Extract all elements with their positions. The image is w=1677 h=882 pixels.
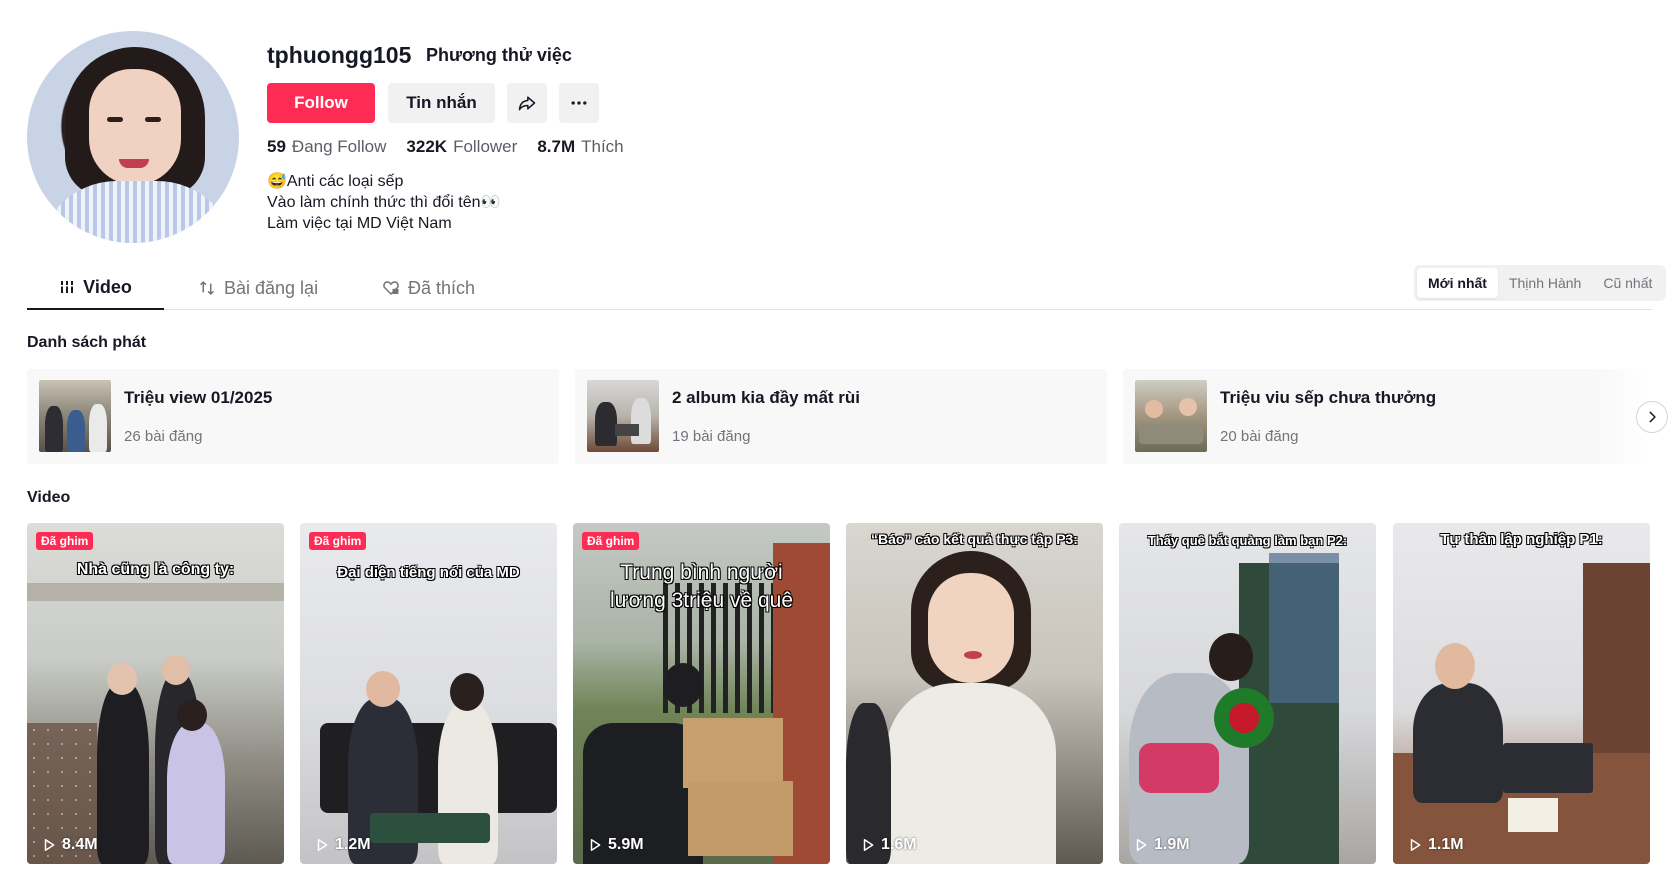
more-icon [571, 101, 587, 105]
follow-button[interactable]: Follow [267, 83, 375, 123]
sort-popular[interactable]: Thịnh Hành [1498, 268, 1592, 298]
carousel-next-button[interactable] [1636, 401, 1668, 433]
playlist-carousel: Triệu view 01/2025 26 bài đăng 2 album k… [27, 369, 1652, 464]
playlist-name: Triệu view 01/2025 [124, 388, 273, 407]
tab-reposts[interactable]: Bài đăng lại [198, 266, 318, 310]
avatar-mouth [119, 159, 149, 168]
profile-bio: 😅Anti các loại sếp Vào làm chính thức th… [267, 171, 500, 234]
playlist-count: 26 bài đăng [124, 428, 203, 445]
video-card[interactable]: Đã ghim Trung bình người lương 3triệu về… [573, 523, 830, 864]
playlist-card[interactable]: 2 album kia đầy mất rùi 19 bài đăng [575, 369, 1107, 464]
view-count-value: 8.4M [62, 836, 98, 853]
view-count-value: 1.6M [881, 836, 917, 853]
view-count: 1.9M [1134, 836, 1190, 854]
view-count-value: 5.9M [608, 836, 644, 853]
tab-label: Video [83, 276, 132, 297]
video-caption: Tự thân lập nghiệp P1: [1440, 531, 1603, 548]
playlists-heading: Danh sách phát [27, 334, 147, 351]
video-caption: Trung bình người lương 3triệu về quê [609, 561, 794, 612]
video-caption: Đại diện tiếng nói của MD [337, 564, 520, 581]
view-count: 1.1M [1408, 836, 1464, 854]
message-button[interactable]: Tin nhắn [388, 83, 495, 123]
video-thumbnail [1393, 523, 1650, 864]
view-count-value: 1.2M [335, 836, 371, 853]
profile-username: tphuongg105 [267, 42, 412, 68]
video-caption: “Báo” cáo kết quả thực tập P3: [871, 531, 1078, 547]
playlist-card[interactable]: Triệu view 01/2025 26 bài đăng [27, 369, 559, 464]
video-caption: Nhà cũng là công ty: [76, 561, 235, 578]
stat-following[interactable]: 59 Đang Follow [267, 137, 386, 157]
play-icon [590, 839, 601, 851]
sort-oldest[interactable]: Cũ nhất [1592, 268, 1663, 298]
playlist-thumbnail [1135, 380, 1207, 452]
stat-label: Đang Follow [291, 137, 387, 156]
avatar-shirt [37, 181, 237, 243]
profile-tabs: Video Bài đăng lại Đã thích [27, 266, 1652, 310]
profile-nickname: Phương thử việc [426, 45, 572, 65]
video-card[interactable]: Thấy quê bắt quàng làm bạn P2: 1.9M [1119, 523, 1376, 864]
video-card[interactable]: Tự thân lập nghiệp P1: 1.1M [1393, 523, 1650, 864]
repost-icon [200, 281, 214, 295]
tab-liked[interactable]: Đã thích [382, 266, 475, 310]
profile-avatar[interactable] [27, 31, 239, 243]
playlist-thumbnail [39, 380, 111, 452]
heart-lock-icon [383, 281, 399, 295]
pinned-badge: Đã ghim [582, 532, 640, 550]
playlist-name: 2 album kia đầy mất rùi [672, 388, 861, 407]
share-icon [518, 96, 536, 111]
stat-likes: 8.7M Thích [537, 137, 623, 157]
avatar-eye [145, 117, 161, 122]
view-count: 8.4M [42, 836, 98, 854]
profile-stats: 59 Đang Follow 322K Follower 8.7M Thích [267, 137, 624, 157]
video-card[interactable]: Đã ghim Đại diện tiếng nói của MD 1.2M [300, 523, 557, 864]
stat-value: 59 [267, 137, 286, 156]
playlist-count: 19 bài đăng [672, 428, 751, 445]
view-count: 1.2M [315, 836, 371, 854]
play-icon [1136, 839, 1147, 851]
view-count: 5.9M [588, 836, 644, 854]
view-count: 1.6M [861, 836, 917, 854]
video-thumbnail [846, 523, 1103, 864]
playlist-count: 20 bài đăng [1220, 428, 1299, 445]
playlist-name: Triệu viu sếp chưa thưởng [1220, 388, 1437, 407]
play-icon [317, 839, 328, 851]
tab-label: Đã thích [408, 277, 476, 298]
playlist-card[interactable]: Triệu viu sếp chưa thưởng 20 bài đăng [1123, 369, 1652, 464]
video-card[interactable]: Đã ghim Nhà cũng là công ty: 8.4M [27, 523, 284, 864]
play-icon [44, 839, 55, 851]
avatar-eye [107, 117, 123, 122]
stat-value: 8.7M [537, 137, 576, 156]
chevron-right-icon [1649, 411, 1656, 423]
tab-video[interactable]: Video [27, 266, 164, 310]
more-button[interactable] [559, 83, 599, 123]
sort-toggle: Mới nhất Thịnh Hành Cũ nhất [1414, 265, 1667, 301]
grid-bars-icon [60, 281, 75, 293]
video-thumbnail [1119, 523, 1376, 864]
share-button[interactable] [507, 83, 547, 123]
video-card[interactable]: “Báo” cáo kết quả thực tập P3: 1.6M [846, 523, 1103, 864]
view-count-value: 1.9M [1154, 836, 1190, 853]
tab-label: Bài đăng lại [224, 277, 319, 298]
stat-value: 322K [406, 137, 448, 156]
stat-label: Follower [453, 137, 518, 156]
bio-line: Làm việc tại MD Việt Nam [267, 215, 452, 232]
videos-heading: Video [27, 489, 71, 506]
play-icon [1410, 839, 1421, 851]
bio-line: 😅Anti các loại sếp [267, 173, 404, 190]
pinned-badge: Đã ghim [36, 532, 94, 550]
playlist-thumbnail [587, 380, 659, 452]
video-caption: Thấy quê bắt quàng làm bạn P2: [1147, 533, 1348, 548]
sort-newest[interactable]: Mới nhất [1417, 268, 1498, 298]
stat-followers[interactable]: 322K Follower [406, 137, 517, 157]
bio-line: Vào làm chính thức thì đổi tên👀 [267, 194, 501, 211]
pinned-badge: Đã ghim [309, 532, 367, 550]
play-icon [863, 839, 874, 851]
stat-label: Thích [581, 137, 624, 156]
view-count-value: 1.1M [1428, 836, 1464, 853]
